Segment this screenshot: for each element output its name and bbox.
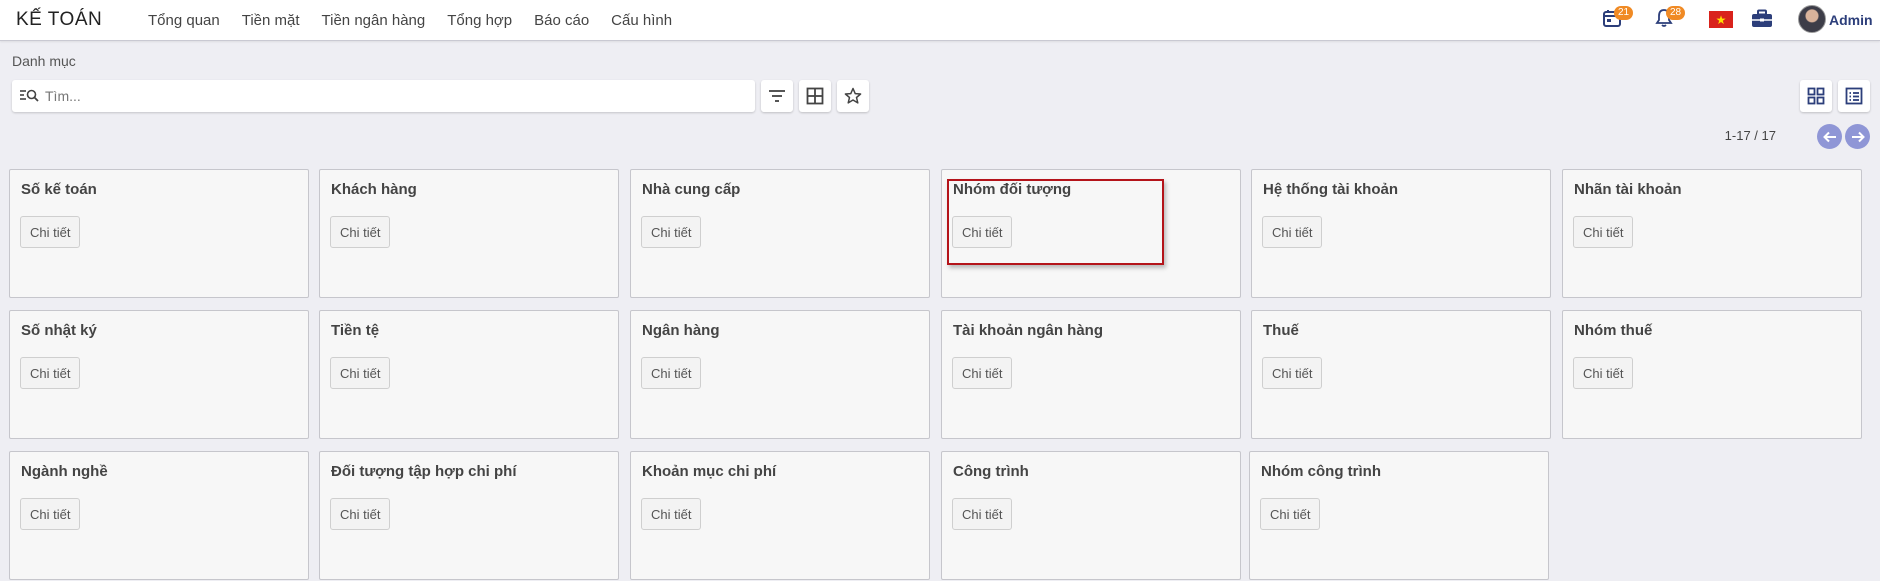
- card-detail-button[interactable]: Chi tiết: [330, 357, 391, 389]
- card-title: Khách hàng: [331, 181, 417, 198]
- nav-reports[interactable]: Báo cáo: [534, 12, 589, 29]
- card-detail-button[interactable]: Chi tiết: [641, 357, 702, 389]
- app-title[interactable]: KẾ TOÁN: [16, 9, 102, 31]
- top-navbar: KẾ TOÁN Tổng quan Tiền mặt Tiền ngân hàn…: [0, 0, 1880, 41]
- nav-overview[interactable]: Tổng quan: [148, 12, 220, 29]
- card-detail-button[interactable]: Chi tiết: [20, 216, 81, 248]
- catalog-card-bank-accounts[interactable]: Tài khoản ngân hàng Chi tiết: [941, 310, 1241, 439]
- catalog-card-expense-items[interactable]: Khoản mục chi phí Chi tiết: [630, 451, 930, 580]
- catalog-card-journals[interactable]: Số nhật ký Chi tiết: [9, 310, 309, 439]
- breadcrumb: Danh mục: [12, 53, 76, 69]
- filter-icon: [769, 90, 785, 102]
- card-title: Nhóm thuế: [1574, 322, 1653, 339]
- catalog-card-industries[interactable]: Ngành nghề Chi tiết: [9, 451, 309, 580]
- card-title: Đối tượng tập hợp chi phí: [331, 463, 517, 480]
- card-title: Ngân hàng: [642, 322, 720, 339]
- pager-previous-button[interactable]: [1817, 124, 1842, 149]
- arrow-right-icon: [1851, 131, 1865, 142]
- star-icon: [844, 87, 862, 104]
- grid-icon: [806, 87, 824, 105]
- card-title: Nhóm công trình: [1261, 463, 1381, 480]
- catalog-card-partner-groups[interactable]: Nhóm đối tượng Chi tiết: [941, 169, 1241, 298]
- nav-general[interactable]: Tổng hợp: [447, 12, 512, 29]
- catalog-card-account-tags[interactable]: Nhãn tài khoản Chi tiết: [1562, 169, 1862, 298]
- catalog-card-banks[interactable]: Ngân hàng Chi tiết: [630, 310, 930, 439]
- favorites-button[interactable]: [837, 80, 869, 112]
- list-view-button[interactable]: [1838, 80, 1870, 112]
- card-detail-button[interactable]: Chi tiết: [20, 498, 81, 530]
- main-nav: Tổng quan Tiền mặt Tiền ngân hàng Tổng h…: [148, 12, 694, 29]
- pager-value[interactable]: 1-17 / 17: [1725, 128, 1776, 143]
- card-detail-button[interactable]: Chi tiết: [1262, 357, 1323, 389]
- group-by-button[interactable]: [799, 80, 831, 112]
- catalog-card-currencies[interactable]: Tiền tệ Chi tiết: [319, 310, 619, 439]
- pager-next-button[interactable]: [1845, 124, 1870, 149]
- briefcase-icon[interactable]: [1751, 9, 1773, 34]
- bell-badge: 28: [1666, 6, 1686, 20]
- card-title: Thuế: [1263, 322, 1299, 339]
- bell-icon[interactable]: 28: [1654, 6, 1686, 33]
- catalog-card-taxes[interactable]: Thuế Chi tiết: [1251, 310, 1551, 439]
- filter-button[interactable]: [761, 80, 793, 112]
- catalog-card-chart-of-accounts[interactable]: Hệ thống tài khoản Chi tiết: [1251, 169, 1551, 298]
- user-name[interactable]: Admin: [1829, 12, 1873, 28]
- catalog-card-tax-groups[interactable]: Nhóm thuế Chi tiết: [1562, 310, 1862, 439]
- card-title: Hệ thống tài khoản: [1263, 181, 1398, 198]
- catalog-card-customers[interactable]: Khách hàng Chi tiết: [319, 169, 619, 298]
- calendar-badge: 21: [1614, 6, 1634, 20]
- card-detail-button[interactable]: Chi tiết: [952, 357, 1013, 389]
- card-detail-button[interactable]: Chi tiết: [952, 498, 1013, 530]
- catalog-card-accounting-book[interactable]: Số kế toán Chi tiết: [9, 169, 309, 298]
- card-title: Khoản mục chi phí: [642, 463, 777, 480]
- card-detail-button[interactable]: Chi tiết: [1573, 357, 1634, 389]
- catalog-card-project-groups[interactable]: Nhóm công trình Chi tiết: [1249, 451, 1549, 580]
- card-title: Nhóm đối tượng: [953, 181, 1072, 198]
- nav-cash[interactable]: Tiền mặt: [242, 12, 300, 29]
- card-title: Nhãn tài khoản: [1574, 181, 1682, 198]
- card-title: Ngành nghề: [21, 463, 108, 480]
- catalog-card-suppliers[interactable]: Nhà cung cấp Chi tiết: [630, 169, 930, 298]
- card-detail-button[interactable]: Chi tiết: [330, 498, 391, 530]
- search-box: [12, 80, 755, 112]
- card-detail-button[interactable]: Chi tiết: [641, 498, 702, 530]
- kanban-view-icon: [1807, 87, 1825, 105]
- card-detail-button[interactable]: Chi tiết: [330, 216, 391, 248]
- card-title: Tài khoản ngân hàng: [953, 322, 1104, 339]
- nav-bank[interactable]: Tiền ngân hàng: [322, 12, 426, 29]
- card-title: Công trình: [953, 463, 1029, 480]
- user-avatar[interactable]: [1798, 5, 1826, 33]
- list-view-icon: [1845, 87, 1863, 105]
- catalog-card-cost-objects[interactable]: Đối tượng tập hợp chi phí Chi tiết: [319, 451, 619, 580]
- nav-config[interactable]: Cấu hình: [611, 12, 672, 29]
- card-detail-button[interactable]: Chi tiết: [1260, 498, 1321, 530]
- card-title: Tiền tệ: [331, 322, 380, 339]
- card-title: Số nhật ký: [21, 322, 97, 339]
- card-title: Số kế toán: [21, 181, 97, 198]
- calendar-icon[interactable]: 21: [1602, 6, 1634, 33]
- card-title: Nhà cung cấp: [642, 181, 741, 198]
- catalog-card-projects[interactable]: Công trình Chi tiết: [941, 451, 1241, 580]
- card-detail-button[interactable]: Chi tiết: [641, 216, 702, 248]
- search-icon: [20, 89, 39, 102]
- search-input[interactable]: [45, 86, 735, 106]
- card-detail-button[interactable]: Chi tiết: [952, 216, 1013, 248]
- vietnam-flag-icon[interactable]: ★: [1709, 11, 1733, 28]
- arrow-left-icon: [1822, 131, 1836, 142]
- card-detail-button[interactable]: Chi tiết: [20, 357, 81, 389]
- kanban-view-button[interactable]: [1800, 80, 1832, 112]
- card-detail-button[interactable]: Chi tiết: [1262, 216, 1323, 248]
- card-detail-button[interactable]: Chi tiết: [1573, 216, 1634, 248]
